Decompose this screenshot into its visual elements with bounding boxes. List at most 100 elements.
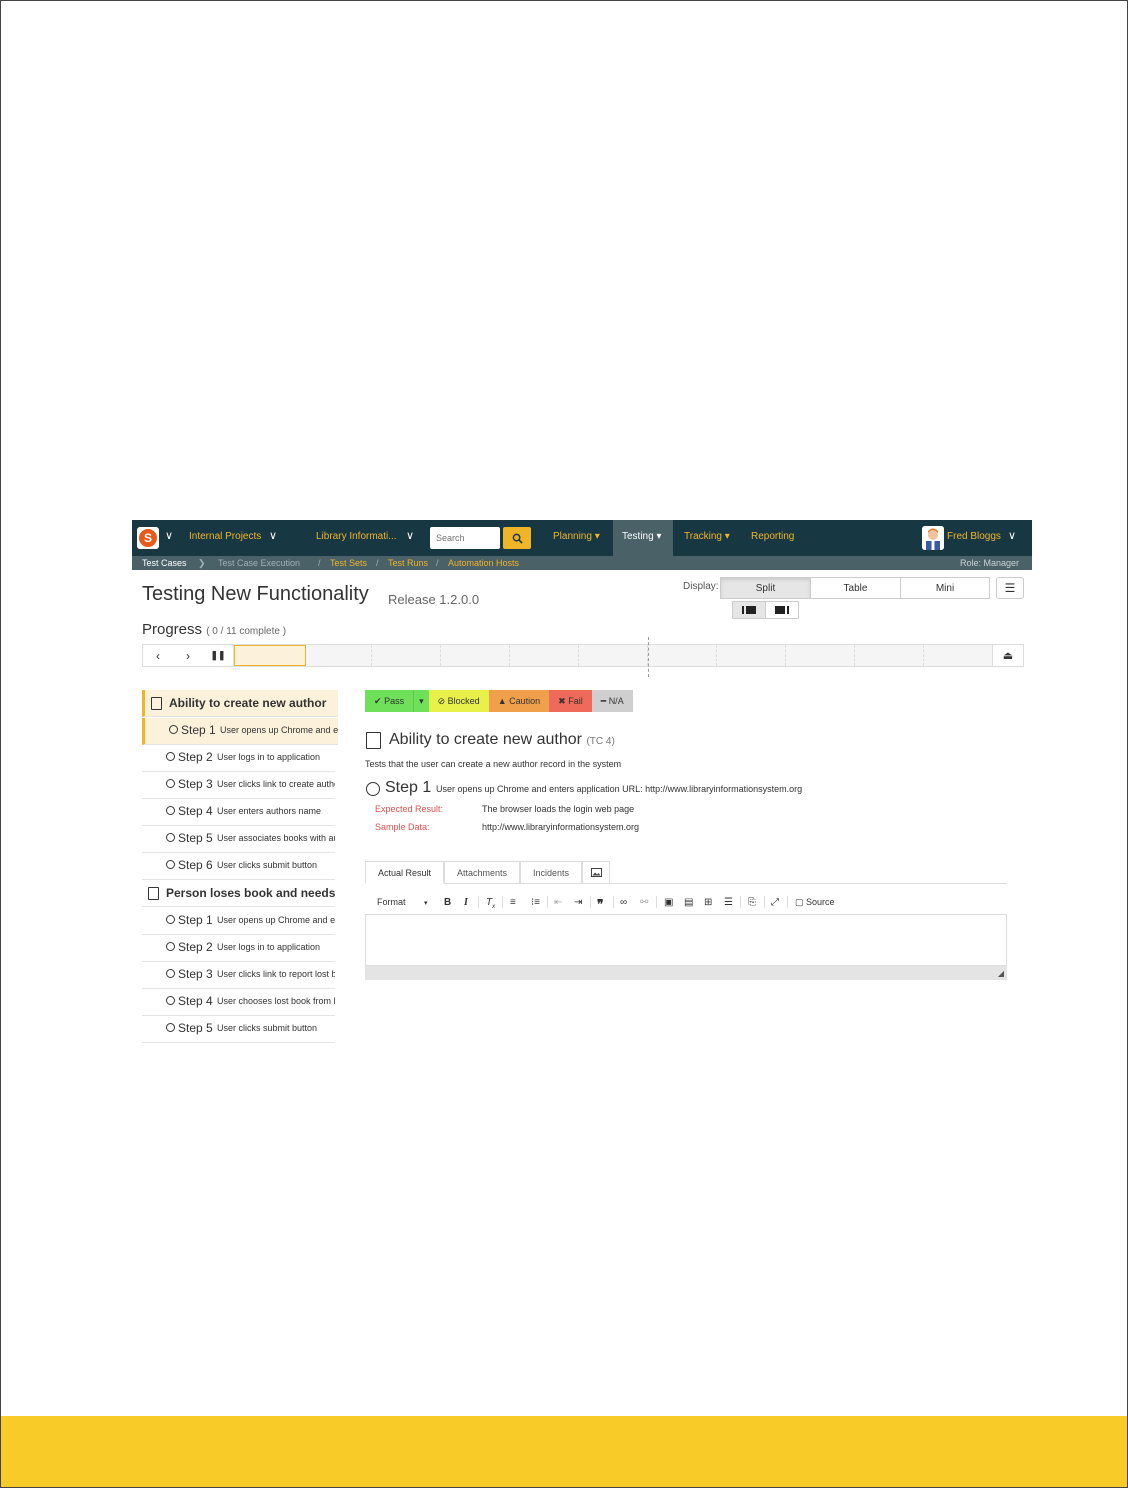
table-icon[interactable]: ⊞ xyxy=(704,897,712,908)
tracking-menu[interactable]: Tracking ▾ xyxy=(684,531,730,542)
reporting-menu[interactable]: Reporting xyxy=(751,531,794,542)
subnav-test-sets[interactable]: Test Sets xyxy=(330,557,367,569)
test-step-item[interactable]: Step 4 User chooses lost book from list xyxy=(142,989,335,1016)
layout-left-toggle[interactable] xyxy=(732,601,766,619)
search-button[interactable] xyxy=(503,527,531,549)
tab-incidents[interactable]: Incidents xyxy=(520,861,582,883)
subnav-test-cases[interactable]: Test Cases xyxy=(142,557,187,569)
projects-menu[interactable]: Internal Projects xyxy=(189,531,261,542)
tab-attachments[interactable]: Attachments xyxy=(444,861,520,883)
eject-button[interactable]: ⏏ xyxy=(992,645,1023,666)
image-icon[interactable]: ▣ xyxy=(664,897,673,908)
outdent-icon[interactable]: ⇤ xyxy=(554,897,562,908)
previous-button[interactable]: ‹ xyxy=(143,645,174,666)
tab-actual-result[interactable]: Actual Result xyxy=(365,861,444,884)
horizontal-rule-icon[interactable]: ☰ xyxy=(724,897,733,908)
blockquote-icon[interactable]: ❞ xyxy=(597,897,603,911)
unlink-icon[interactable]: ⚯ xyxy=(640,897,648,908)
bulleted-list-icon[interactable]: ⁝≡ xyxy=(531,897,540,908)
progress-segment[interactable] xyxy=(441,645,510,666)
search-input[interactable] xyxy=(430,527,500,549)
progress-segment[interactable] xyxy=(924,645,993,666)
format-dropdown[interactable]: Format xyxy=(377,897,406,907)
test-step-item[interactable]: Step 5 User associates books with author xyxy=(142,826,335,853)
document-icon xyxy=(366,732,381,749)
progress-segment[interactable] xyxy=(303,645,372,666)
step-radio[interactable] xyxy=(166,860,175,869)
chevron-down-icon[interactable]: ▾ xyxy=(424,899,428,907)
bold-icon[interactable]: B xyxy=(444,897,451,908)
avatar[interactable] xyxy=(922,526,944,550)
status-caution-button[interactable]: ▲ Caution xyxy=(488,690,550,712)
test-step-item[interactable]: Step 6 User clicks submit button xyxy=(142,853,335,880)
source-button[interactable]: ▢ Source xyxy=(795,897,835,908)
pass-dropdown-button[interactable]: ▾ xyxy=(413,690,429,712)
status-blocked-button[interactable]: ⊘ Blocked xyxy=(428,690,489,712)
code-snippet-icon[interactable]: ▤ xyxy=(684,897,693,908)
test-case-item[interactable]: Person loses book and needs to report it xyxy=(142,880,335,907)
step-radio[interactable] xyxy=(166,969,175,978)
progress-segment[interactable] xyxy=(717,645,786,666)
test-step-item[interactable]: Step 4 User enters authors name xyxy=(142,799,335,826)
display-mini-button[interactable]: Mini xyxy=(900,577,990,599)
step-description: User clicks submit button xyxy=(217,860,318,870)
display-split-button[interactable]: Split xyxy=(720,577,811,599)
remove-format-icon[interactable]: Tx xyxy=(486,897,495,910)
step-radio[interactable] xyxy=(166,1023,175,1032)
step-radio[interactable] xyxy=(169,725,178,734)
step-radio[interactable] xyxy=(166,752,175,761)
step-radio[interactable] xyxy=(166,996,175,1005)
test-step-item[interactable]: Step 1 User opens up Chrome and enters ap… xyxy=(142,908,335,935)
next-button[interactable]: › xyxy=(173,645,204,666)
testing-menu[interactable]: Testing ▾ xyxy=(622,531,661,542)
chevron-down-icon[interactable]: ∨ xyxy=(269,529,277,542)
progress-bar[interactable]: ‹ › ❚❚ ⏏ xyxy=(142,644,1024,667)
italic-icon[interactable]: I xyxy=(464,897,468,908)
progress-segment[interactable] xyxy=(855,645,924,666)
link-icon[interactable]: ∞ xyxy=(620,897,627,908)
actual-result-editor[interactable] xyxy=(365,914,1007,966)
release-label[interactable]: Release 1.2.0.0 xyxy=(388,592,479,607)
user-name[interactable]: Fred Bloggs xyxy=(947,531,1001,542)
chevron-down-icon[interactable]: ∨ xyxy=(1008,529,1016,542)
subnav-automation-hosts[interactable]: Automation Hosts xyxy=(448,557,519,569)
chevron-down-icon[interactable]: ∨ xyxy=(406,529,414,542)
planning-menu[interactable]: Planning ▾ xyxy=(553,531,600,542)
hamburger-icon: ☰ xyxy=(1004,581,1016,595)
test-case-item[interactable]: Ability to create new author xyxy=(142,690,338,717)
hamburger-menu-button[interactable]: ☰ xyxy=(996,577,1024,599)
test-step-item[interactable]: Step 5 User clicks submit button xyxy=(142,1016,335,1043)
test-step-item[interactable]: Step 2 User logs in to application xyxy=(142,935,335,962)
product-menu[interactable]: Library Informati... xyxy=(316,531,397,542)
progress-segment[interactable] xyxy=(510,645,579,666)
test-step-item[interactable]: Step 3 User clicks link to report lost bo… xyxy=(142,962,335,989)
step-radio[interactable] xyxy=(166,942,175,951)
display-table-button[interactable]: Table xyxy=(810,577,901,599)
status-fail-button[interactable]: ✖ Fail xyxy=(549,690,592,712)
progress-segment[interactable] xyxy=(786,645,855,666)
test-step-item[interactable]: Step 1 User opens up Chrome and enters ap… xyxy=(142,718,338,745)
paste-icon[interactable]: ⎘ xyxy=(748,897,756,908)
chevron-down-icon[interactable]: ∨ xyxy=(165,529,173,542)
step-radio[interactable] xyxy=(166,806,175,815)
pause-button[interactable]: ❚❚ xyxy=(203,645,234,666)
step-radio[interactable] xyxy=(166,779,175,788)
status-pass-button[interactable]: ✔ Pass xyxy=(365,690,414,712)
numbered-list-icon[interactable]: ≡ xyxy=(510,897,516,908)
progress-segment[interactable] xyxy=(579,645,648,666)
layout-right-toggle[interactable] xyxy=(765,601,799,619)
step-radio[interactable] xyxy=(366,782,380,796)
step-radio[interactable] xyxy=(166,915,175,924)
progress-segment[interactable] xyxy=(372,645,441,666)
spira-logo[interactable]: S xyxy=(137,527,159,549)
indent-icon[interactable]: ⇥ xyxy=(574,897,582,908)
subnav-test-runs[interactable]: Test Runs xyxy=(388,557,428,569)
test-step-item[interactable]: Step 2 User logs in to application xyxy=(142,745,335,772)
tab-screenshot[interactable] xyxy=(582,861,610,883)
status-na-button[interactable]: ━ N/A xyxy=(591,690,633,712)
progress-segment[interactable] xyxy=(648,645,717,666)
resize-handle-icon[interactable]: ◢ xyxy=(998,969,1004,978)
step-radio[interactable] xyxy=(166,833,175,842)
test-step-item[interactable]: Step 3 User clicks link to create author xyxy=(142,772,335,799)
maximize-icon[interactable]: ⤢ xyxy=(771,897,779,908)
